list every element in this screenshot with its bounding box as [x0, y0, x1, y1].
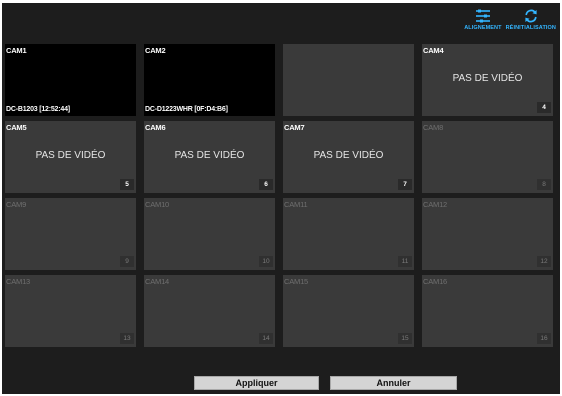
- camera-info: DC-D1223WHR [0F:D4:B6]: [145, 106, 228, 113]
- camera-name: CAM10: [145, 200, 170, 209]
- toolbar: ALIGNEMENT RÉINITIALISATION: [464, 3, 560, 39]
- camera-tile-1[interactable]: CAM1 DC-B1203 [12:52:44]: [5, 44, 136, 116]
- camera-tile-6[interactable]: CAM6 PAS DE VIDÉO 6: [144, 121, 275, 193]
- camera-number-badge: 6: [259, 179, 273, 190]
- camera-layout-window: ALIGNEMENT RÉINITIALISATION CAM1 DC-B120…: [2, 3, 560, 394]
- camera-number-badge: 14: [259, 333, 273, 344]
- camera-name: CAM14: [145, 277, 170, 286]
- camera-name: CAM11: [284, 200, 308, 209]
- camera-number-badge: 8: [537, 179, 551, 190]
- camera-name: CAM16: [423, 277, 448, 286]
- camera-name: CAM8: [423, 123, 444, 132]
- camera-name: CAM9: [6, 200, 27, 209]
- camera-tile-7[interactable]: CAM7 PAS DE VIDÉO 7: [283, 121, 414, 193]
- align-button[interactable]: ALIGNEMENT: [464, 9, 502, 31]
- cancel-button[interactable]: Annuler: [330, 376, 457, 390]
- camera-number-badge: 15: [398, 333, 412, 344]
- camera-number-badge: 7: [398, 179, 412, 190]
- camera-number-badge: 4: [537, 102, 551, 113]
- no-video-text: PAS DE VIDÉO: [35, 150, 106, 161]
- align-label: ALIGNEMENT: [464, 25, 502, 31]
- camera-number-badge: 13: [120, 333, 134, 344]
- camera-tile-13[interactable]: CAM13 13: [5, 275, 136, 347]
- camera-tile-16[interactable]: CAM16 16: [422, 275, 553, 347]
- camera-tile-2[interactable]: CAM2 DC-D1223WHR [0F:D4:B6]: [144, 44, 275, 116]
- camera-number-badge: 16: [537, 333, 551, 344]
- camera-number-badge: 9: [120, 256, 134, 267]
- camera-tile-8[interactable]: CAM8 8: [422, 121, 553, 193]
- camera-tile-4[interactable]: CAM4 PAS DE VIDÉO 4: [422, 44, 553, 116]
- camera-grid: CAM1 DC-B1203 [12:52:44] CAM2 DC-D1223WH…: [5, 44, 553, 347]
- camera-name: CAM15: [284, 277, 309, 286]
- camera-number-badge: 5: [120, 179, 134, 190]
- camera-name: CAM13: [6, 277, 31, 286]
- no-video-text: PAS DE VIDÉO: [174, 150, 245, 161]
- camera-tile-12[interactable]: CAM12 12: [422, 198, 553, 270]
- camera-name: CAM12: [423, 200, 448, 209]
- camera-name: CAM5: [6, 123, 27, 132]
- refresh-icon: [525, 9, 537, 23]
- camera-number-badge: 12: [537, 256, 551, 267]
- camera-number-badge: 10: [259, 256, 273, 267]
- camera-tile-9[interactable]: CAM9 9: [5, 198, 136, 270]
- camera-name: CAM6: [145, 123, 166, 132]
- camera-tile-11[interactable]: CAM11 11: [283, 198, 414, 270]
- no-video-text: PAS DE VIDÉO: [313, 150, 384, 161]
- apply-button[interactable]: Appliquer: [194, 376, 319, 390]
- reset-button[interactable]: RÉINITIALISATION: [506, 9, 556, 31]
- camera-info: DC-B1203 [12:52:44]: [6, 106, 70, 113]
- camera-name: CAM4: [423, 46, 444, 55]
- camera-name: CAM1: [6, 46, 27, 55]
- camera-tile-14[interactable]: CAM14 14: [144, 275, 275, 347]
- camera-name: CAM2: [145, 46, 166, 55]
- reset-label: RÉINITIALISATION: [505, 25, 556, 31]
- align-icon: [475, 9, 490, 23]
- camera-tile-15[interactable]: CAM15 15: [283, 275, 414, 347]
- camera-number-badge: 11: [398, 256, 412, 267]
- camera-tile-3[interactable]: [283, 44, 414, 116]
- camera-tile-10[interactable]: CAM10 10: [144, 198, 275, 270]
- camera-name: CAM7: [284, 123, 305, 132]
- camera-tile-5[interactable]: CAM5 PAS DE VIDÉO 5: [5, 121, 136, 193]
- no-video-text: PAS DE VIDÉO: [452, 73, 523, 84]
